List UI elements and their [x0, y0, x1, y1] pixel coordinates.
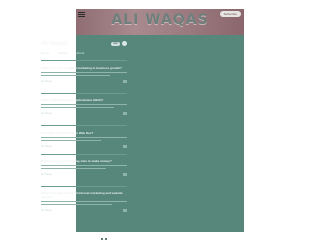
divider — [41, 60, 127, 61]
tab-about[interactable]: About — [76, 51, 84, 55]
post-author: Ali Waqas — [41, 173, 53, 176]
post-excerpt — [41, 204, 112, 205]
post-excerpt — [41, 168, 106, 169]
post-title[interactable]: What are the best blogging sites to make… — [41, 159, 127, 163]
post-excerpt — [41, 201, 127, 202]
post-item[interactable]: What are the best blogging sites to make… — [41, 159, 127, 177]
post-excerpt — [41, 137, 127, 138]
divider — [41, 93, 127, 94]
post-excerpt — [41, 107, 115, 108]
post-excerpt — [41, 104, 127, 105]
pagination-dots[interactable] — [101, 227, 111, 240]
header-banner: ALI WAQAS Subscribe — [76, 9, 244, 35]
divider — [41, 154, 127, 155]
post-excerpt — [41, 75, 110, 76]
post-item[interactable]: Is it better to learn SEO or Web Dev? Al… — [41, 131, 127, 149]
tab-home[interactable]: Home — [41, 51, 49, 55]
tab-archive[interactable]: Archive — [58, 51, 68, 55]
post-title[interactable]: What is the role of digital marketing in… — [41, 66, 127, 70]
post-meta: Ali Waqas — [41, 145, 127, 149]
post-excerpt — [41, 165, 127, 166]
share-icon[interactable] — [123, 209, 127, 212]
share-icon[interactable] — [123, 80, 127, 83]
post-author: Ali Waqas — [41, 209, 53, 212]
post-author: Ali Waqas — [41, 145, 53, 148]
post-author: Ali Waqas — [41, 112, 53, 115]
post-title[interactable]: Is it better to learn SEO or Web Dev? — [41, 131, 127, 135]
divider — [41, 125, 127, 126]
publication-header: Ali Waqas Sub — [41, 40, 127, 50]
publication-name[interactable]: Ali Waqas — [41, 40, 68, 48]
post-meta: Ali Waqas — [41, 112, 127, 116]
post-author: Ali Waqas — [41, 80, 53, 83]
post-meta: Ali Waqas — [41, 173, 127, 177]
share-icon[interactable] — [123, 112, 127, 115]
post-item[interactable]: What is the role of digital marketing in… — [41, 66, 127, 84]
nav-tabs: Home Archive About — [41, 51, 92, 56]
post-item[interactable]: What is Search Engine Optimization (SEO)… — [41, 98, 127, 116]
post-excerpt — [41, 140, 102, 141]
post-item[interactable]: What is the importance of internet marke… — [41, 191, 127, 213]
share-icon[interactable] — [123, 145, 127, 148]
post-meta: Ali Waqas — [41, 80, 127, 84]
subscribe-pill-button[interactable]: Sub — [111, 42, 120, 46]
post-title[interactable]: What is the importance of internet marke… — [41, 191, 127, 199]
post-title[interactable]: What is Search Engine Optimization (SEO)… — [41, 98, 127, 102]
share-icon[interactable] — [123, 173, 127, 176]
post-meta: Ali Waqas — [41, 209, 127, 213]
divider — [41, 186, 127, 187]
search-icon[interactable] — [122, 41, 127, 46]
banner-title: ALI WAQAS — [111, 12, 209, 28]
subscribe-button[interactable]: Subscribe — [219, 11, 241, 17]
post-excerpt — [41, 72, 127, 73]
